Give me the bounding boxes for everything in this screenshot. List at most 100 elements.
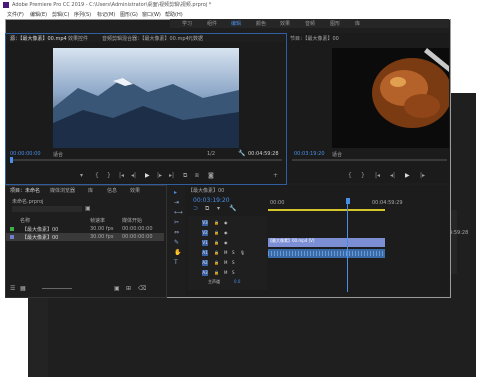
workspace-tab[interactable]: 颜色 <box>256 20 266 27</box>
project-search-input[interactable] <box>12 206 82 212</box>
video-clip[interactable]: 【最大像素】00.mp4 [V] <box>268 238 385 247</box>
workspace-tab[interactable]: 组件 <box>207 20 217 27</box>
mic-icon[interactable]: 🎙 <box>240 250 245 255</box>
track-target-toggle[interactable]: A2 <box>202 260 208 266</box>
program-step-forward-icon[interactable]: |▸ <box>420 172 425 179</box>
eye-icon[interactable]: ◉ <box>224 240 228 245</box>
program-scrub-bar[interactable] <box>292 159 447 161</box>
menu-window[interactable]: 窗口(W) <box>142 11 161 18</box>
solo-button[interactable]: S <box>232 270 235 275</box>
step-forward-icon[interactable]: |▸ <box>157 172 162 179</box>
library-tab[interactable]: 库 <box>88 187 93 194</box>
lock-icon[interactable]: 🔒 <box>214 250 219 255</box>
razor-tool-icon[interactable]: ✂ <box>174 219 179 226</box>
eye-icon[interactable]: ◉ <box>224 220 228 225</box>
trash-icon[interactable]: ⌫ <box>138 285 146 292</box>
workspace-tab-active[interactable]: 编辑 <box>231 20 241 27</box>
mute-button[interactable]: M <box>224 250 227 255</box>
overwrite-icon[interactable]: ⧈ <box>195 172 199 180</box>
source-playhead[interactable] <box>10 157 13 163</box>
workspace-tab[interactable]: 学习 <box>182 20 192 27</box>
column-framerate[interactable]: 帧速率 <box>90 217 105 224</box>
source-tab[interactable]: 源：【最大像素】00.mp4 <box>10 35 67 42</box>
step-back-frame-icon[interactable]: ◂| <box>131 172 136 179</box>
menu-sequence[interactable]: 序列(S) <box>74 11 91 18</box>
source-current-timecode[interactable]: 00:00:00:00 <box>10 151 41 157</box>
solo-button[interactable]: S <box>232 250 235 255</box>
info-tab[interactable]: 信息 <box>107 187 117 194</box>
track-target-toggle[interactable]: A1 <box>202 250 208 256</box>
list-item[interactable]: 【最大像素】00 30.00 fps 00:00:00:00 <box>6 225 164 233</box>
workspace-tab[interactable]: 音频 <box>305 20 315 27</box>
program-play-icon[interactable]: ▶ <box>405 172 410 179</box>
mark-in-icon[interactable]: ▾ <box>80 172 83 179</box>
track-target-toggle[interactable]: A3 <box>202 270 208 276</box>
ripple-edit-tool-icon[interactable]: ⟷ <box>174 209 183 216</box>
source-scrub-bar[interactable] <box>10 159 282 161</box>
camera-icon[interactable]: ◙ <box>208 172 214 179</box>
audio-clip[interactable] <box>268 249 385 258</box>
menu-help[interactable]: 帮助(H) <box>165 11 183 18</box>
mark-out-icon[interactable]: { <box>95 172 99 179</box>
pen-tool-icon[interactable]: ✎ <box>174 239 179 246</box>
add-marker-icon[interactable]: ▾ <box>217 205 220 212</box>
column-name[interactable]: 名称 <box>20 217 30 224</box>
mute-button[interactable]: M <box>224 260 227 265</box>
menu-clip[interactable]: 剪辑(C) <box>52 11 69 18</box>
effect-controls-tab[interactable]: 效果控件 <box>68 35 88 42</box>
type-tool-icon[interactable]: T <box>174 259 178 266</box>
workspace-tab[interactable]: 库 <box>355 20 360 27</box>
program-mark-in-icon[interactable]: { <box>348 172 352 179</box>
wrench-icon[interactable]: 🔧 <box>238 150 245 157</box>
new-item-icon[interactable]: ⊞ <box>126 285 131 292</box>
sequence-tab[interactable]: 【最大像素】00 <box>188 187 224 194</box>
program-step-back-icon[interactable]: |◂ <box>375 172 380 179</box>
source-fit-select[interactable]: 适合 <box>53 151 63 158</box>
lock-icon[interactable]: 🔒 <box>214 240 219 245</box>
snap-icon[interactable]: ⊃ <box>193 205 198 212</box>
project-tab[interactable]: 项目：未命名 <box>10 187 40 194</box>
go-to-out-icon[interactable]: ▸| <box>169 172 174 179</box>
lock-icon[interactable]: 🔒 <box>214 270 219 275</box>
timeline-settings-icon[interactable]: 🔧 <box>229 205 236 212</box>
column-media-start[interactable]: 媒体开始 <box>122 217 142 224</box>
list-view-icon[interactable]: ☰ <box>10 285 15 292</box>
workspace-tab[interactable]: 图形 <box>330 20 340 27</box>
lock-icon[interactable]: 🔒 <box>214 230 219 235</box>
folder-icon[interactable]: ▣ <box>85 205 91 212</box>
linked-selection-icon[interactable]: ⧉ <box>205 205 209 213</box>
step-back-icon[interactable]: |◂ <box>119 172 124 179</box>
selection-tool-icon[interactable]: ▸ <box>174 189 177 196</box>
insert-icon[interactable]: ⧉ <box>183 172 187 180</box>
program-step-back-frame-icon[interactable]: ◂| <box>390 172 395 179</box>
mute-button[interactable]: M <box>224 270 227 275</box>
track-select-tool-icon[interactable]: ⇥ <box>174 199 179 206</box>
program-fit-select[interactable]: 适合 <box>332 151 342 158</box>
workspace-tab[interactable]: 效果 <box>280 20 290 27</box>
track-target-toggle[interactable]: V2 <box>202 230 208 236</box>
program-current-timecode[interactable]: 00:03:19:20 <box>294 151 325 157</box>
new-bin-icon[interactable]: ▣ <box>114 285 120 292</box>
menu-marker[interactable]: 标记(M) <box>97 11 115 18</box>
lock-icon[interactable]: 🔒 <box>214 260 219 265</box>
add-button-icon[interactable]: + <box>273 172 278 179</box>
media-browser-tab[interactable]: 媒体浏览器 <box>50 187 75 194</box>
timeline-timecode[interactable]: 00:03:19:20 <box>193 197 230 204</box>
solo-button[interactable]: S <box>232 260 235 265</box>
icon-view-icon[interactable]: ▦ <box>20 285 26 292</box>
track-target-toggle[interactable]: V3 <box>202 220 208 226</box>
slip-tool-icon[interactable]: ⇔ <box>174 229 179 236</box>
play-icon[interactable]: ▶ <box>145 172 150 179</box>
menu-graphics[interactable]: 图形(G) <box>120 11 138 18</box>
program-tab[interactable]: 节目：【最大像素】00 <box>290 35 339 42</box>
master-level[interactable]: 0.0 <box>234 279 240 284</box>
menu-file[interactable]: 文件(F) <box>7 11 24 18</box>
metadata-tab[interactable]: 元数据 <box>188 35 203 42</box>
time-ruler[interactable]: 00:00 00:04:59:29 <box>268 197 449 209</box>
program-mark-out-icon[interactable]: } <box>361 172 365 179</box>
lock-icon[interactable]: 🔒 <box>214 220 219 225</box>
go-to-in-icon[interactable]: } <box>107 172 111 179</box>
eye-icon[interactable]: ◉ <box>224 230 228 235</box>
list-item[interactable]: 【最大像素】00 30.00 fps 00:00:00:00 <box>6 233 164 241</box>
effects-tab[interactable]: 效果 <box>130 187 140 194</box>
